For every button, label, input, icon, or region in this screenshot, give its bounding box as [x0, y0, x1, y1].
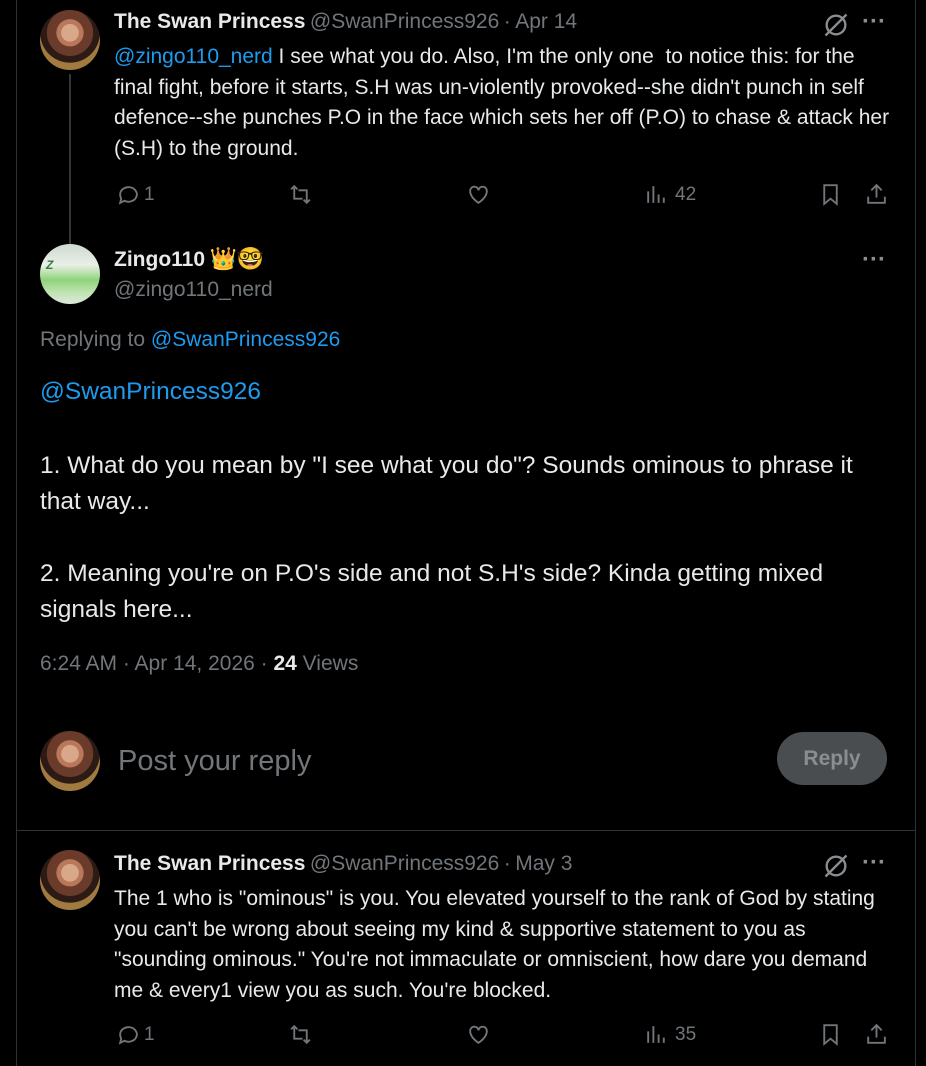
analytics-icon: [647, 1026, 665, 1043]
tweet-header: The Swan Princess @SwanPrincess926 · May…: [114, 852, 814, 876]
tweet-header: The Swan Princess @SwanPrincess926 · Apr…: [114, 10, 814, 34]
share-action[interactable]: [864, 182, 889, 207]
repost-icon: [290, 1024, 311, 1045]
tweet-paragraph-2: 2. Meaning you're on P.O's side and not …: [40, 560, 824, 623]
like-action[interactable]: [466, 1022, 491, 1047]
bookmark-icon: [823, 1024, 838, 1046]
separator: ·: [503, 10, 511, 33]
views-action[interactable]: 35: [644, 1022, 696, 1047]
author-handle[interactable]: @SwanPrincess926: [310, 852, 499, 875]
reply-input[interactable]: [116, 738, 760, 784]
bookmark-action[interactable]: [818, 1022, 843, 1047]
view-count: 35: [675, 1023, 697, 1045]
avatar[interactable]: [40, 10, 100, 70]
replying-to-link[interactable]: @SwanPrincess926: [151, 328, 340, 351]
heart-icon: [469, 1025, 488, 1044]
reply-icon: [118, 186, 138, 205]
thread-connector-line: [69, 74, 71, 244]
repost-action[interactable]: [288, 1022, 313, 1047]
bookmark-action[interactable]: [818, 182, 843, 207]
author-name[interactable]: The Swan Princess: [114, 10, 305, 33]
composer-avatar[interactable]: [40, 731, 100, 791]
author-badges: 👑🤓: [209, 246, 265, 271]
divider: [16, 830, 916, 831]
repost-icon: [290, 184, 311, 205]
author-name[interactable]: Zingo110: [114, 248, 205, 271]
tweet-date[interactable]: May 3: [515, 852, 572, 875]
avatar[interactable]: [40, 850, 100, 910]
reply-icon: [118, 1026, 138, 1045]
views-count: 24: [273, 652, 297, 675]
more-options-icon[interactable]: ···: [862, 849, 886, 877]
main-tweet-header: Zingo110 👑🤓: [114, 246, 264, 272]
reply-button[interactable]: Reply: [777, 732, 887, 785]
view-count: 42: [675, 183, 697, 205]
tweet-timestamp: 6:24 AM · Apr 14, 2026 · 24 Views: [40, 652, 358, 676]
share-action[interactable]: [864, 1022, 889, 1047]
tweet-text: @zingo110_nerd I see what you do. Also, …: [114, 42, 894, 164]
like-action[interactable]: [466, 182, 491, 207]
more-options-icon[interactable]: ···: [862, 246, 886, 274]
author-handle[interactable]: @zingo110_nerd: [114, 278, 273, 302]
author-handle[interactable]: @SwanPrincess926: [310, 10, 499, 33]
separator: ·: [503, 852, 511, 875]
more-options-icon[interactable]: ···: [862, 8, 886, 36]
reply-action[interactable]: 1: [116, 182, 155, 207]
replying-prefix: Replying to: [40, 328, 151, 351]
reply-action[interactable]: 1: [116, 1022, 155, 1047]
tweet-paragraph-1: 1. What do you mean by "I see what you d…: [40, 452, 853, 515]
tweet-date[interactable]: Apr 14: [515, 10, 577, 33]
views-action[interactable]: 42: [644, 182, 696, 207]
mention-link[interactable]: @zingo110_nerd: [114, 45, 273, 68]
reply-count: 1: [144, 1023, 155, 1045]
grok-icon[interactable]: [822, 852, 850, 880]
bookmark-icon: [823, 184, 838, 206]
share-icon: [867, 1023, 886, 1044]
analytics-icon: [647, 186, 665, 203]
tweet-body: The 1 who is "ominous" is you. You eleva…: [114, 887, 881, 1002]
avatar[interactable]: Z: [40, 244, 100, 304]
replying-to: Replying to @SwanPrincess926: [40, 328, 340, 352]
views-label: Views: [296, 652, 359, 675]
grok-icon[interactable]: [822, 11, 850, 39]
heart-icon: [469, 185, 488, 204]
avatar-logo: Z: [46, 258, 53, 272]
author-name[interactable]: The Swan Princess: [114, 852, 305, 875]
reply-count: 1: [144, 183, 155, 205]
mention-link[interactable]: @SwanPrincess926: [40, 374, 261, 410]
share-icon: [867, 183, 886, 204]
timestamp-text[interactable]: 6:24 AM · Apr 14, 2026 ·: [40, 652, 273, 675]
repost-action[interactable]: [288, 182, 313, 207]
